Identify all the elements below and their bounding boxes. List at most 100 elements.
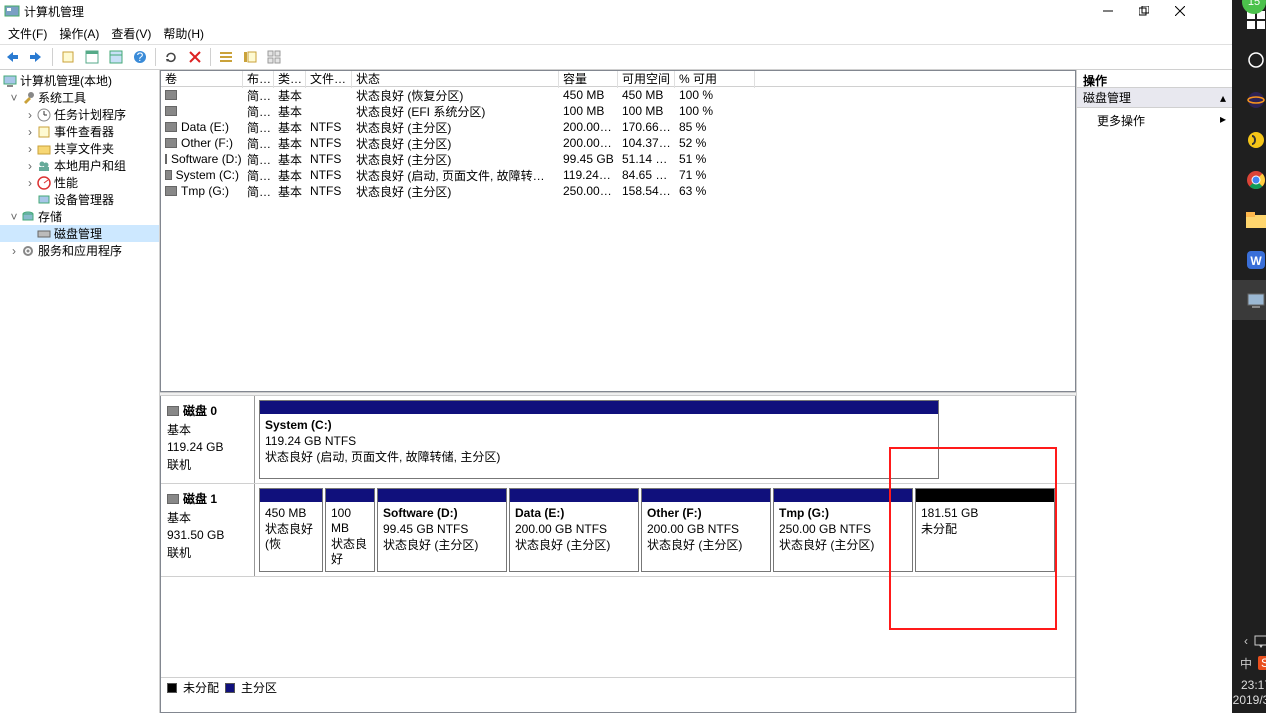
volume-icon [165,186,177,196]
title-bar: 计算机管理 [0,0,1232,22]
col-filesystem[interactable]: 文件系统 [306,70,352,88]
partition[interactable] [941,400,1071,479]
close-button[interactable] [1162,1,1198,21]
collapse-icon[interactable]: ˅ [8,210,20,224]
partition[interactable]: System (C:)119.24 GB NTFS状态良好 (启动, 页面文件,… [259,400,939,479]
tree-pane[interactable]: 计算机管理(本地) ˅ 系统工具 › 任务计划程序 › [0,70,160,713]
actions-section[interactable]: 磁盘管理 ▴ [1077,88,1232,108]
expand-icon[interactable]: › [24,159,36,173]
expand-icon[interactable]: › [24,142,36,156]
refresh-icon[interactable] [160,46,182,68]
collapse-icon[interactable]: ˅ [8,91,20,105]
up-button[interactable] [57,46,79,68]
tree-system-tools[interactable]: ˅ 系统工具 [0,89,159,106]
notification-icon[interactable] [1254,634,1266,648]
properties-button[interactable] [105,46,127,68]
table-row[interactable]: Software (D:)简单基本NTFS状态良好 (主分区)99.45 GB5… [161,151,1075,167]
expand-icon[interactable]: › [24,108,36,122]
disk-label[interactable]: 磁盘 0基本119.24 GB联机 [161,396,255,483]
menu-help[interactable]: 帮助(H) [157,23,210,44]
menu-view[interactable]: 查看(V) [105,23,157,44]
svg-text:?: ? [137,50,144,64]
tray-area[interactable]: ‹ [1244,630,1266,652]
forward-button[interactable] [26,46,48,68]
taskbar-app-eclipse[interactable] [1232,80,1266,120]
tree-event-viewer[interactable]: › 事件查看器 [0,123,159,140]
storage-icon [20,209,36,225]
taskbar-app-chrome[interactable] [1232,160,1266,200]
menu-file[interactable]: 文件(F) [2,23,53,44]
volume-icon [165,122,177,132]
disk-row[interactable]: 磁盘 0基本119.24 GB联机System (C:)119.24 GB NT… [161,396,1075,484]
menu-bar: 文件(F) 操作(A) 查看(V) 帮助(H) [0,22,1232,44]
expand-icon[interactable]: › [8,244,20,258]
tree-root[interactable]: 计算机管理(本地) [0,72,159,89]
partition[interactable]: Software (D:)99.45 GB NTFS状态良好 (主分区) [377,488,507,572]
col-layout[interactable]: 布局 [243,70,274,88]
detail-view-icon[interactable] [239,46,261,68]
help-button[interactable]: ? [129,46,151,68]
table-row[interactable]: 简单基本状态良好 (EFI 系统分区)100 MB100 MB100 % [161,103,1075,119]
legend-swatch-primary [225,683,235,693]
taskbar-app-wps[interactable]: W [1232,240,1266,280]
list-view-icon[interactable] [215,46,237,68]
partition[interactable]: Data (E:)200.00 GB NTFS状态良好 (主分区) [509,488,639,572]
col-volume[interactable]: 卷 [161,70,243,88]
tree-device-manager[interactable]: 设备管理器 [0,191,159,208]
col-free[interactable]: 可用空间 [618,70,675,88]
taskbar-clock[interactable]: 23:17 2019/3/8 [1233,674,1266,713]
svg-text:W: W [1250,254,1262,268]
show-hide-button[interactable] [81,46,103,68]
taskbar[interactable]: W ‹ 中 S 23:17 2019/3/8 [1232,0,1266,713]
perf-icon [36,175,52,191]
ime-indicator[interactable]: 中 [1240,655,1252,672]
more-actions[interactable]: 更多操作 ▸ [1077,108,1232,133]
table-row[interactable]: Data (E:)简单基本NTFS状态良好 (主分区)200.00 GB170.… [161,119,1075,135]
volume-list[interactable]: 卷 布局 类型 文件系统 状态 容量 可用空间 % 可用 简单基本状态良好 (恢… [160,70,1076,392]
restore-button[interactable] [1126,1,1162,21]
ime-sogou-icon[interactable]: S [1258,656,1266,670]
disk-icon [36,226,52,242]
chevron-up-icon[interactable]: ▴ [1220,91,1226,105]
tree-task-scheduler[interactable]: › 任务计划程序 [0,106,159,123]
table-row[interactable]: Tmp (G:)简单基本NTFS状态良好 (主分区)250.00 GB158.5… [161,183,1075,199]
delete-icon[interactable] [184,46,206,68]
table-row[interactable]: System (C:)简单基本NTFS状态良好 (启动, 页面文件, 故障转储,… [161,167,1075,183]
tile-view-icon[interactable] [263,46,285,68]
back-button[interactable] [2,46,24,68]
tray-chevron-icon[interactable]: ‹ [1244,634,1248,648]
tree-local-users[interactable]: › 本地用户和组 [0,157,159,174]
legend-primary: 主分区 [241,679,277,696]
cortana-button[interactable] [1232,40,1266,80]
disk-row[interactable]: 磁盘 1基本931.50 GB联机450 MB状态良好 (恢100 MB状态良好… [161,484,1075,577]
col-status[interactable]: 状态 [352,70,559,88]
minimize-button[interactable] [1090,1,1126,21]
tree-shared-folders[interactable]: › 共享文件夹 [0,140,159,157]
taskbar-app-pycharm[interactable] [1232,120,1266,160]
partition[interactable]: 100 MB状态良好 [325,488,375,572]
tree-storage[interactable]: ˅ 存储 [0,208,159,225]
tree-services[interactable]: › 服务和应用程序 [0,242,159,259]
disk-label[interactable]: 磁盘 1基本931.50 GB联机 [161,484,255,576]
col-percent[interactable]: % 可用 [675,70,755,88]
partition[interactable]: Tmp (G:)250.00 GB NTFS状态良好 (主分区) [773,488,913,572]
volume-list-header[interactable]: 卷 布局 类型 文件系统 状态 容量 可用空间 % 可用 [161,71,1075,87]
taskbar-app-explorer[interactable] [1232,200,1266,240]
disk-icon [167,494,179,504]
disk-graphical-view[interactable]: 磁盘 0基本119.24 GB联机System (C:)119.24 GB NT… [160,396,1076,713]
table-row[interactable]: Other (F:)简单基本NTFS状态良好 (主分区)200.00 GB104… [161,135,1075,151]
volume-icon [165,154,167,164]
partition[interactable]: Other (F:)200.00 GB NTFS状态良好 (主分区) [641,488,771,572]
taskbar-app-compmgmt[interactable] [1232,280,1266,320]
partition[interactable]: 450 MB状态良好 (恢 [259,488,323,572]
menu-action[interactable]: 操作(A) [53,23,105,44]
tree-disk-management[interactable]: 磁盘管理 [0,225,159,242]
expand-icon[interactable]: › [24,176,36,190]
app-icon [4,3,20,19]
table-row[interactable]: 简单基本状态良好 (恢复分区)450 MB450 MB100 % [161,87,1075,103]
col-type[interactable]: 类型 [274,70,306,88]
col-capacity[interactable]: 容量 [559,70,618,88]
tree-performance[interactable]: › 性能 [0,174,159,191]
expand-icon[interactable]: › [24,125,36,139]
partition[interactable]: 181.51 GB未分配 [915,488,1055,572]
